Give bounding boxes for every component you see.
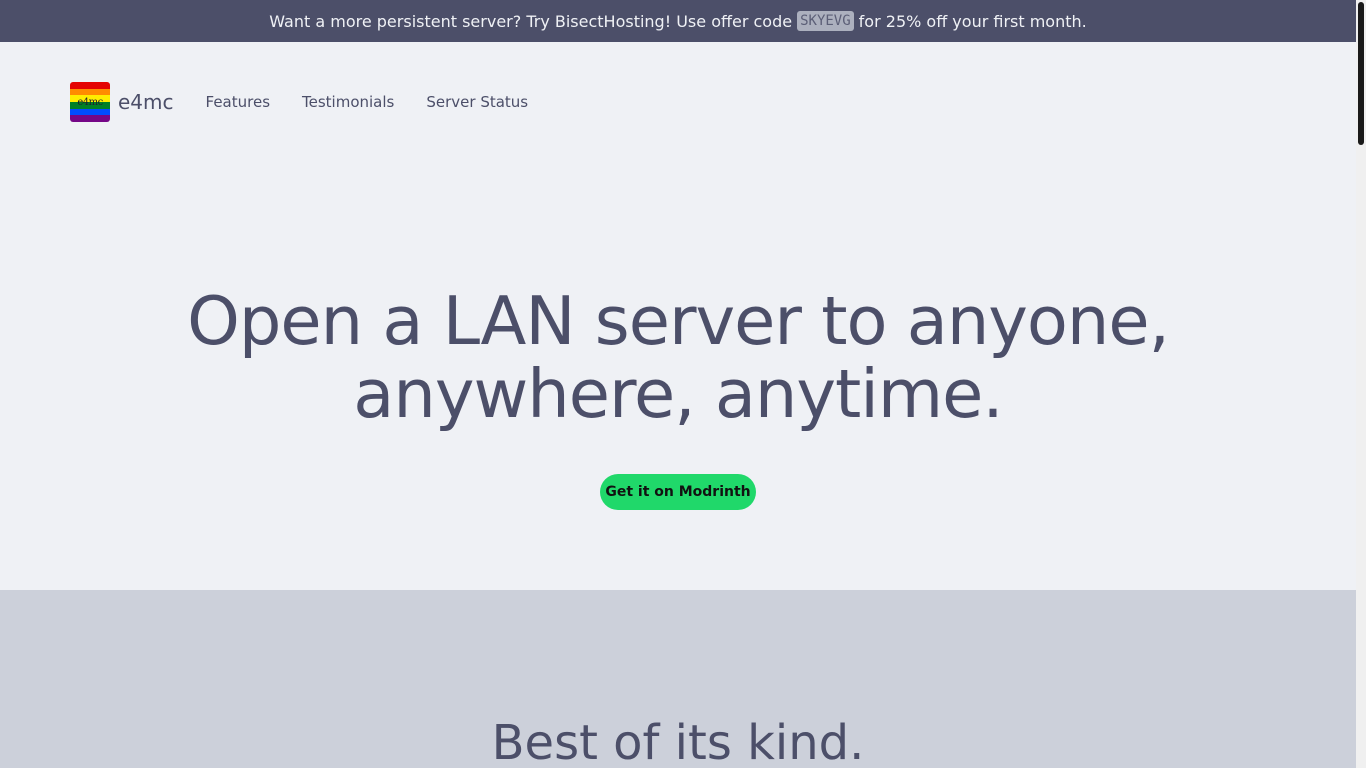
- brand-name[interactable]: e4mc: [118, 90, 174, 114]
- logo-text: e4mc: [77, 96, 103, 108]
- promo-code: SKYEVG: [797, 11, 854, 31]
- logo[interactable]: e4mc: [70, 82, 110, 122]
- nav-link-testimonials[interactable]: Testimonials: [302, 93, 394, 111]
- promo-text-after: for 25% off your first month.: [858, 11, 1087, 31]
- features-section: Best of its kind.: [0, 590, 1356, 768]
- hero-title: Open a LAN server to anyone, anywhere, a…: [0, 285, 1356, 431]
- features-heading: Best of its kind.: [491, 715, 865, 768]
- hero-title-line-2: anywhere, anytime.: [353, 355, 1003, 433]
- scrollbar[interactable]: [1356, 0, 1366, 768]
- hero-title-line-1: Open a LAN server to anyone,: [187, 282, 1170, 360]
- nav-link-server-status[interactable]: Server Status: [426, 93, 528, 111]
- scrollbar-thumb[interactable]: [1358, 2, 1364, 145]
- promo-banner: Want a more persistent server? Try Bisec…: [0, 0, 1356, 42]
- nav-link-features[interactable]: Features: [206, 93, 271, 111]
- page: Want a more persistent server? Try Bisec…: [0, 0, 1356, 768]
- navbar: e4mc e4mc Features Testimonials Server S…: [70, 82, 528, 122]
- promo-text: Want a more persistent server? Try Bisec…: [269, 11, 793, 31]
- get-it-on-modrinth-button[interactable]: Get it on Modrinth: [600, 474, 756, 510]
